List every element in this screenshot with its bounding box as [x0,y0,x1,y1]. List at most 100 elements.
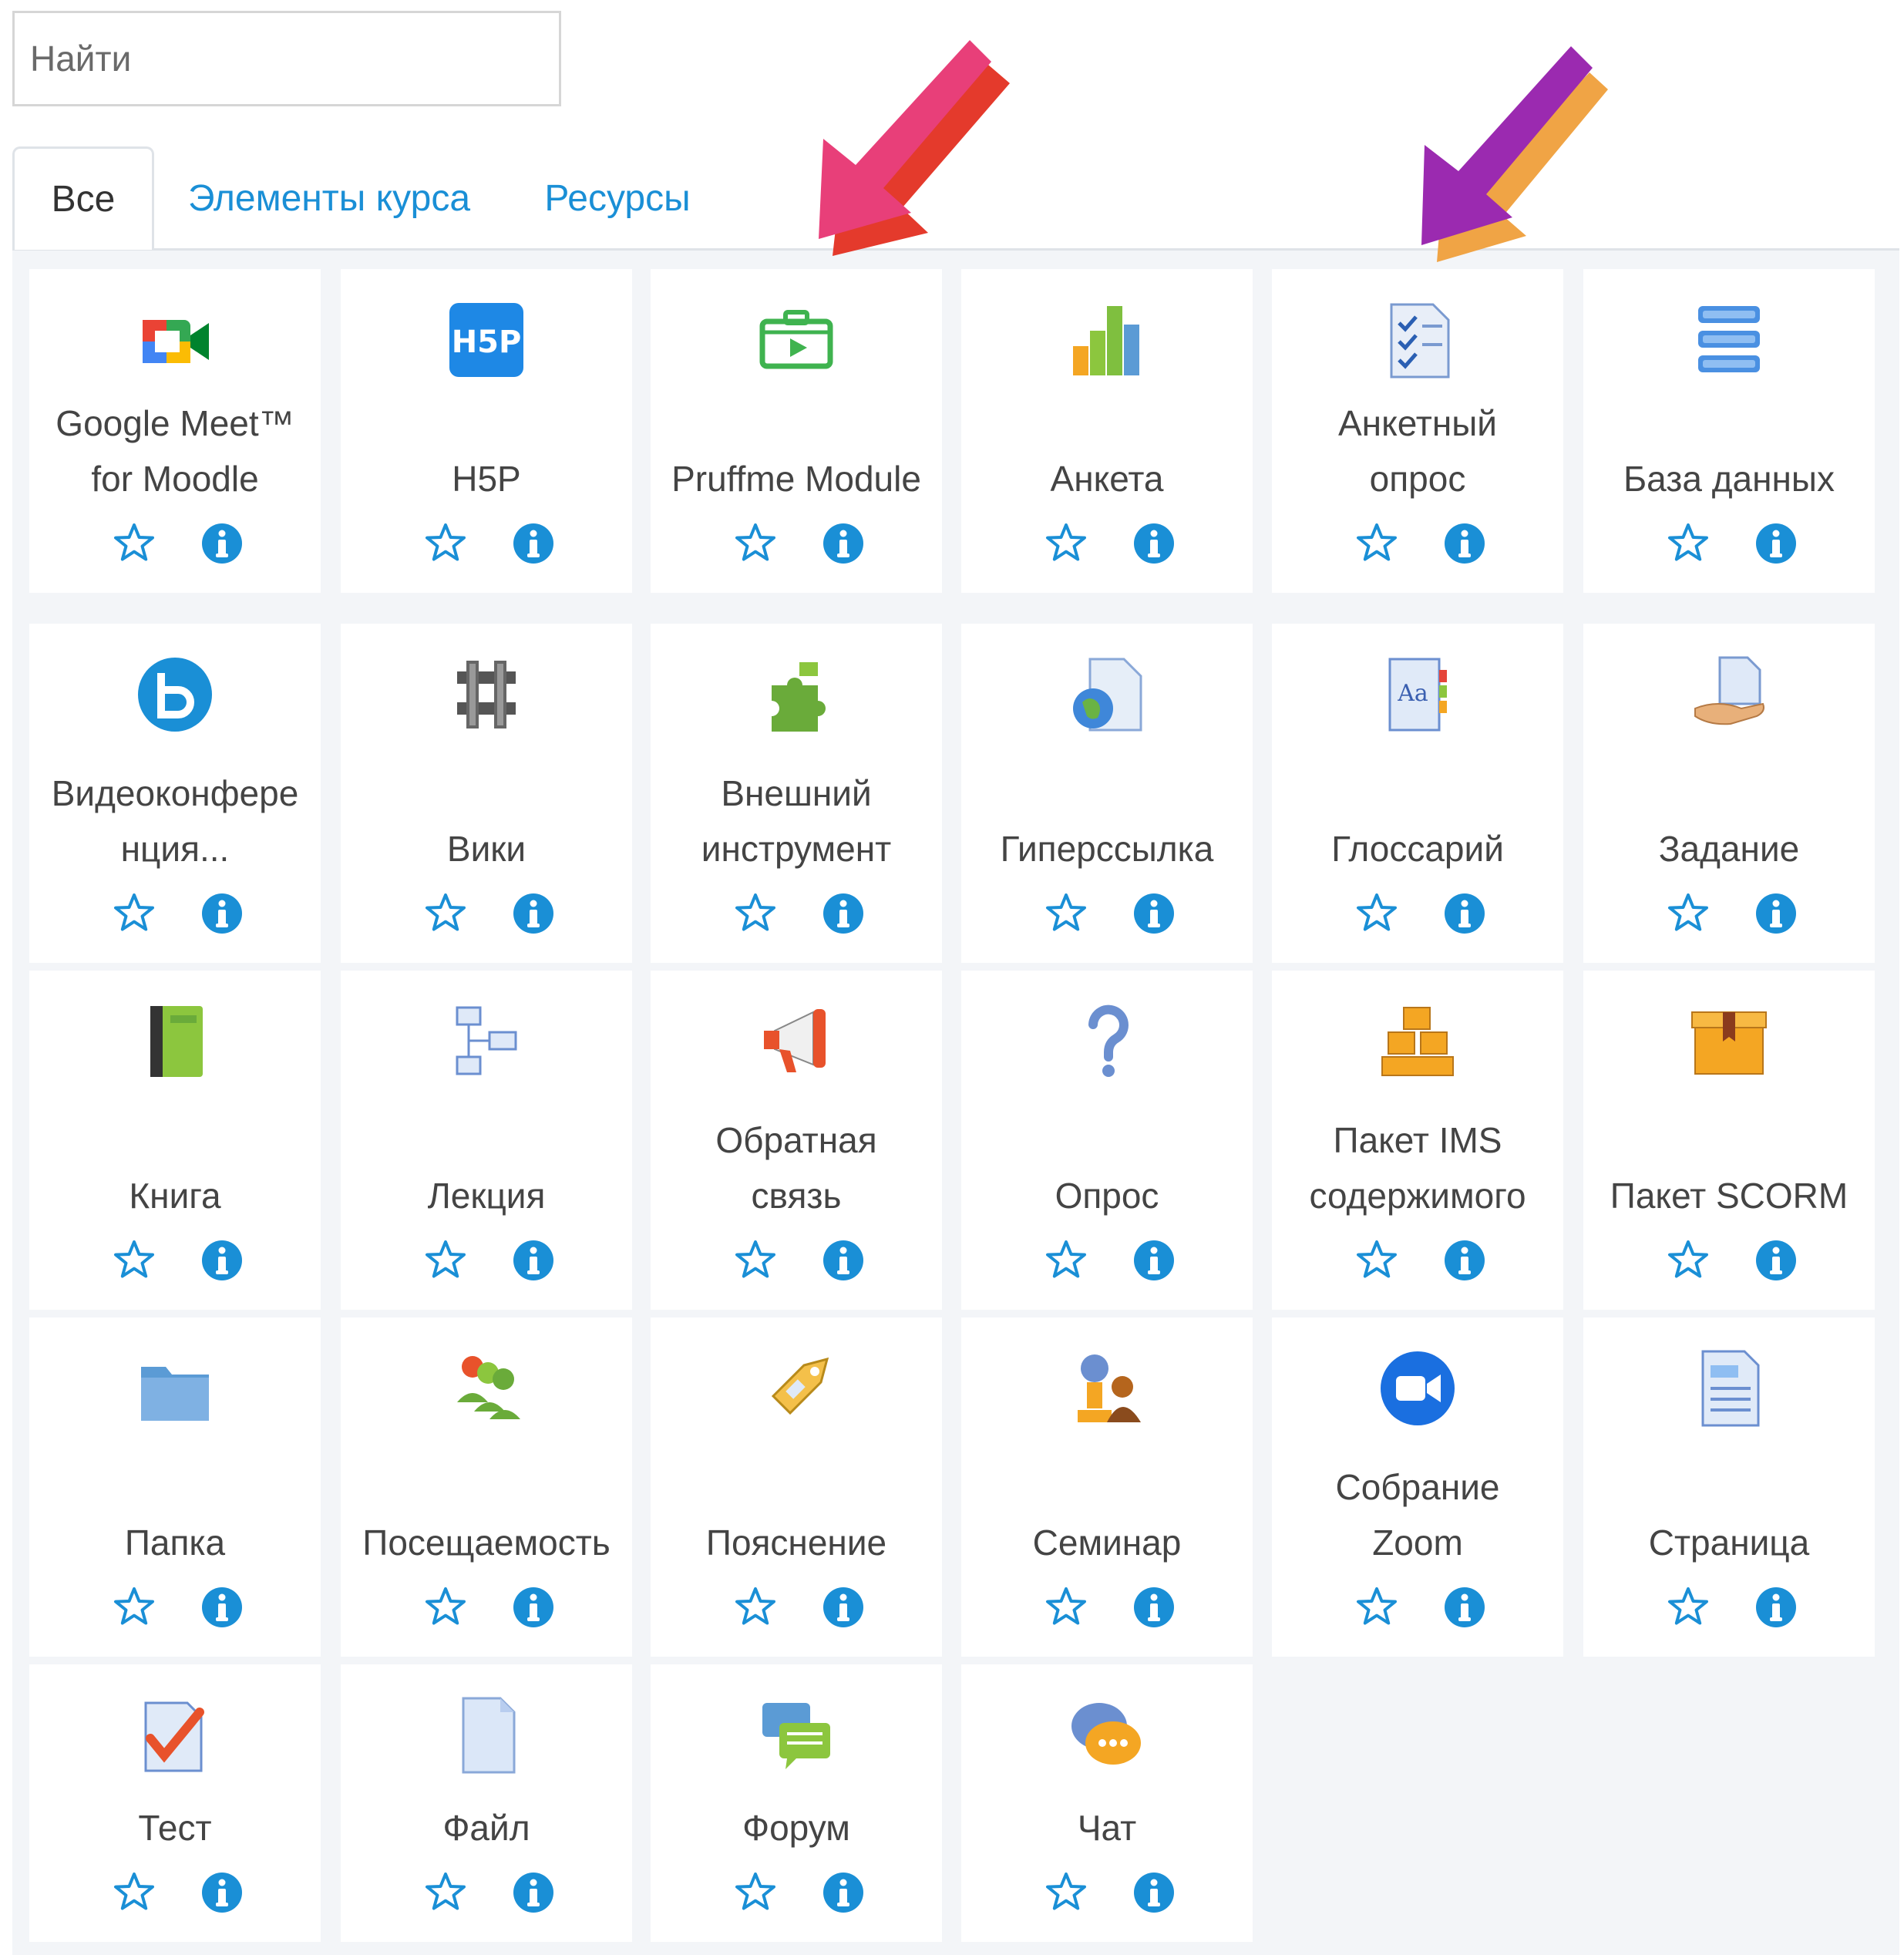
star-icon[interactable] [1667,1239,1710,1282]
info-icon[interactable] [200,1239,244,1282]
activity-label: Книга [37,1168,313,1223]
star-icon[interactable] [1667,892,1710,935]
info-icon[interactable] [822,1871,865,1914]
tab-course-activities[interactable]: Элементы курса [163,146,495,250]
star-icon[interactable] [1355,892,1398,935]
info-icon[interactable] [512,892,555,935]
activity-actions [651,892,942,935]
star-icon[interactable] [424,522,467,565]
activity-label-line: Pruffme Module [671,459,921,499]
info-icon[interactable] [512,1871,555,1914]
activity-card[interactable]: Обратная связь [651,971,942,1310]
tab-all[interactable]: Все [12,146,154,250]
star-icon[interactable] [113,1239,156,1282]
activity-card[interactable]: Папка [29,1317,321,1657]
star-icon[interactable] [1355,1586,1398,1629]
info-icon[interactable] [822,892,865,935]
activity-card[interactable]: Файл [341,1664,632,1942]
activity-card[interactable]: Форум [651,1664,942,1942]
info-icon[interactable] [200,1586,244,1629]
star-icon[interactable] [424,1239,467,1282]
activity-card[interactable]: Собрание Zoom [1272,1317,1563,1657]
info-icon[interactable] [1132,1586,1176,1629]
activity-card[interactable]: Анкета [961,269,1253,593]
info-icon[interactable] [200,522,244,565]
star-icon[interactable] [734,522,777,565]
activity-card[interactable]: Пакет SCORM [1583,971,1875,1310]
star-icon[interactable] [1045,1586,1088,1629]
activity-actions [651,522,942,565]
activity-card[interactable]: База данных [1583,269,1875,593]
activity-card[interactable]: Анкетный опрос [1272,269,1563,593]
info-icon[interactable] [1132,1239,1176,1282]
activity-card[interactable]: H5P H5P [341,269,632,593]
star-icon[interactable] [113,1871,156,1914]
star-icon[interactable] [1045,522,1088,565]
star-icon[interactable] [113,892,156,935]
activity-card[interactable]: Внешний инструмент [651,624,942,963]
star-icon[interactable] [734,1239,777,1282]
info-icon[interactable] [1132,892,1176,935]
info-icon[interactable] [1132,1871,1176,1914]
activity-card[interactable]: Тест [29,1664,321,1942]
activity-card[interactable]: Задание [1583,624,1875,963]
info-icon[interactable] [822,1239,865,1282]
star-icon[interactable] [424,1871,467,1914]
search-input[interactable] [15,13,559,104]
activity-card[interactable]: Пояснение [651,1317,942,1657]
info-icon[interactable] [1754,1239,1798,1282]
info-icon[interactable] [1132,522,1176,565]
info-icon[interactable] [1754,1586,1798,1629]
activity-card[interactable]: Чат [961,1664,1253,1942]
star-icon[interactable] [1667,522,1710,565]
activity-card[interactable]: Pruffme Module [651,269,942,593]
info-icon[interactable] [1443,1586,1486,1629]
star-icon[interactable] [734,892,777,935]
info-icon[interactable] [1443,1239,1486,1282]
star-icon[interactable] [1045,1871,1088,1914]
info-icon[interactable] [1443,522,1486,565]
star-icon[interactable] [424,1586,467,1629]
activity-card[interactable]: Вики [341,624,632,963]
star-icon[interactable] [734,1586,777,1629]
activity-label: Тест [37,1800,313,1856]
info-icon[interactable] [822,522,865,565]
star-icon[interactable] [424,892,467,935]
info-icon[interactable] [512,522,555,565]
info-icon[interactable] [822,1586,865,1629]
activity-card[interactable]: Видеоконфере нция... [29,624,321,963]
info-icon[interactable] [1754,522,1798,565]
activity-label: Обратная связь [658,1112,934,1223]
activity-label-line: Гиперссылка [1000,829,1214,869]
activity-card[interactable]: Страница [1583,1317,1875,1657]
puzzle-icon [756,654,836,735]
activity-card[interactable]: Опрос [961,971,1253,1310]
activity-card[interactable]: Пакет IMS содержимого [1272,971,1563,1310]
info-icon[interactable] [200,1871,244,1914]
activity-card[interactable]: Посещаемость [341,1317,632,1657]
activity-label: Форум [658,1800,934,1856]
activity-card[interactable]: Aa Глоссарий [1272,624,1563,963]
star-icon[interactable] [1045,1239,1088,1282]
activity-card[interactable]: Гиперссылка [961,624,1253,963]
activity-actions [1272,1239,1563,1282]
activity-card[interactable]: Лекция [341,971,632,1310]
star-icon[interactable] [1355,522,1398,565]
activity-card[interactable]: Google Meet™ for Moodle [29,269,321,593]
tab-resources[interactable]: Ресурсы [521,146,714,250]
star-icon[interactable] [1045,892,1088,935]
question-icon [1067,1001,1147,1082]
star-icon[interactable] [1667,1586,1710,1629]
star-icon[interactable] [113,1586,156,1629]
activity-card[interactable]: Книга [29,971,321,1310]
star-icon[interactable] [734,1871,777,1914]
info-icon[interactable] [512,1586,555,1629]
info-icon[interactable] [512,1239,555,1282]
info-icon[interactable] [1443,892,1486,935]
activity-label-line: Zoom [1372,1523,1463,1563]
info-icon[interactable] [200,892,244,935]
activity-card[interactable]: Семинар [961,1317,1253,1657]
info-icon[interactable] [1754,892,1798,935]
star-icon[interactable] [1355,1239,1398,1282]
star-icon[interactable] [113,522,156,565]
